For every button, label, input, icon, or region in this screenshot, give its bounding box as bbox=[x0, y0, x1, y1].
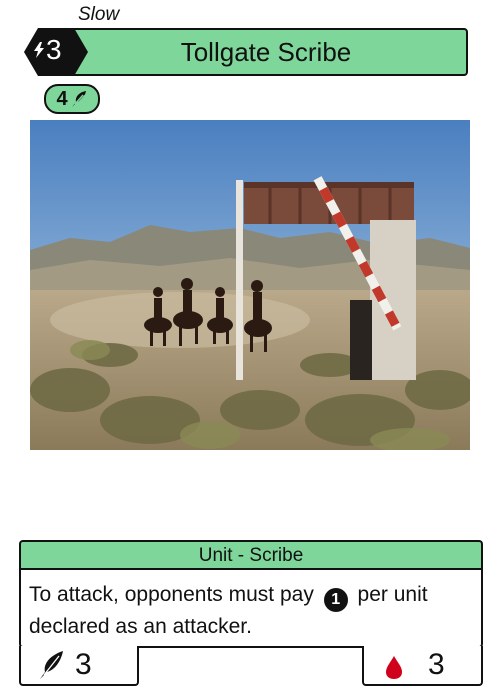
blood-drop-icon bbox=[386, 656, 402, 679]
speed-label: Slow bbox=[78, 4, 120, 25]
secondary-cost-pill: 4 bbox=[44, 84, 100, 114]
generic-mana-icon: 1 bbox=[323, 588, 348, 612]
type-line: Unit - Scribe bbox=[19, 540, 483, 570]
type-line-text: Unit - Scribe bbox=[198, 545, 304, 566]
pill-value: 4 bbox=[56, 87, 68, 110]
feather-icon bbox=[71, 91, 86, 107]
power-value: 3 bbox=[75, 648, 92, 681]
power-box: 3 bbox=[19, 646, 139, 686]
health-value: 3 bbox=[428, 648, 445, 681]
cost-badge: 3 bbox=[24, 28, 88, 76]
health-box: 3 bbox=[362, 646, 483, 686]
rules-text-before: To attack, opponents must pay bbox=[29, 583, 314, 606]
rules-text: To attack, opponents must pay 1 per unit… bbox=[29, 580, 469, 642]
card-art bbox=[30, 120, 470, 450]
cost-value: 3 bbox=[46, 34, 62, 65]
title-bar: Tollgate Scribe bbox=[44, 28, 468, 76]
quill-icon bbox=[40, 651, 63, 679]
card-title: Tollgate Scribe bbox=[180, 36, 352, 67]
rules-text-box: To attack, opponents must pay 1 per unit… bbox=[19, 568, 483, 648]
lightning-icon bbox=[34, 42, 44, 58]
